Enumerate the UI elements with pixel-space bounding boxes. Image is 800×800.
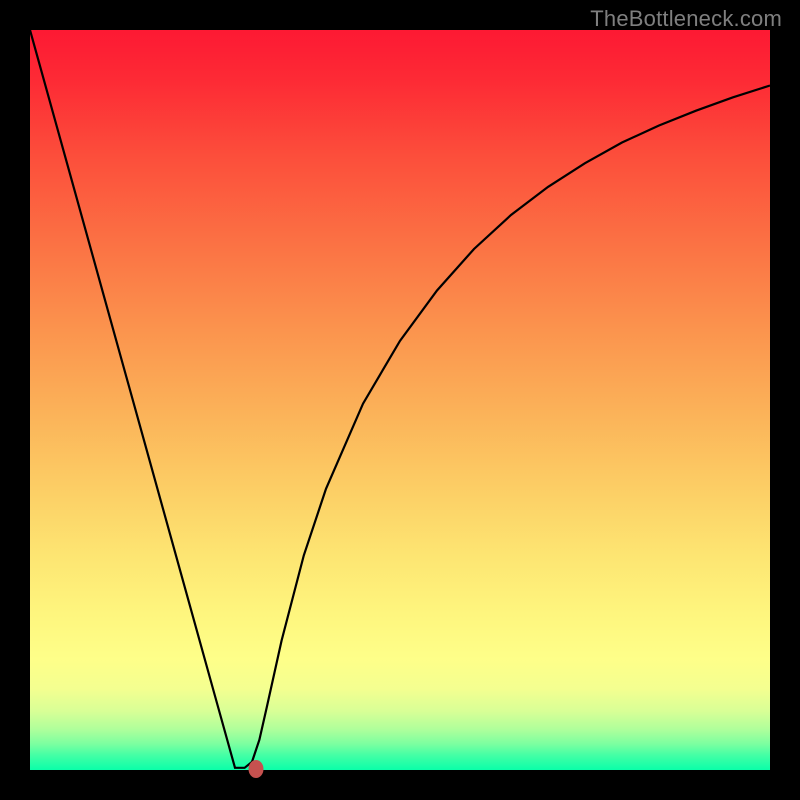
chart-area bbox=[30, 30, 770, 770]
optimum-marker bbox=[248, 760, 263, 778]
attribution-text: TheBottleneck.com bbox=[590, 6, 782, 32]
bottleneck-curve bbox=[30, 30, 770, 770]
